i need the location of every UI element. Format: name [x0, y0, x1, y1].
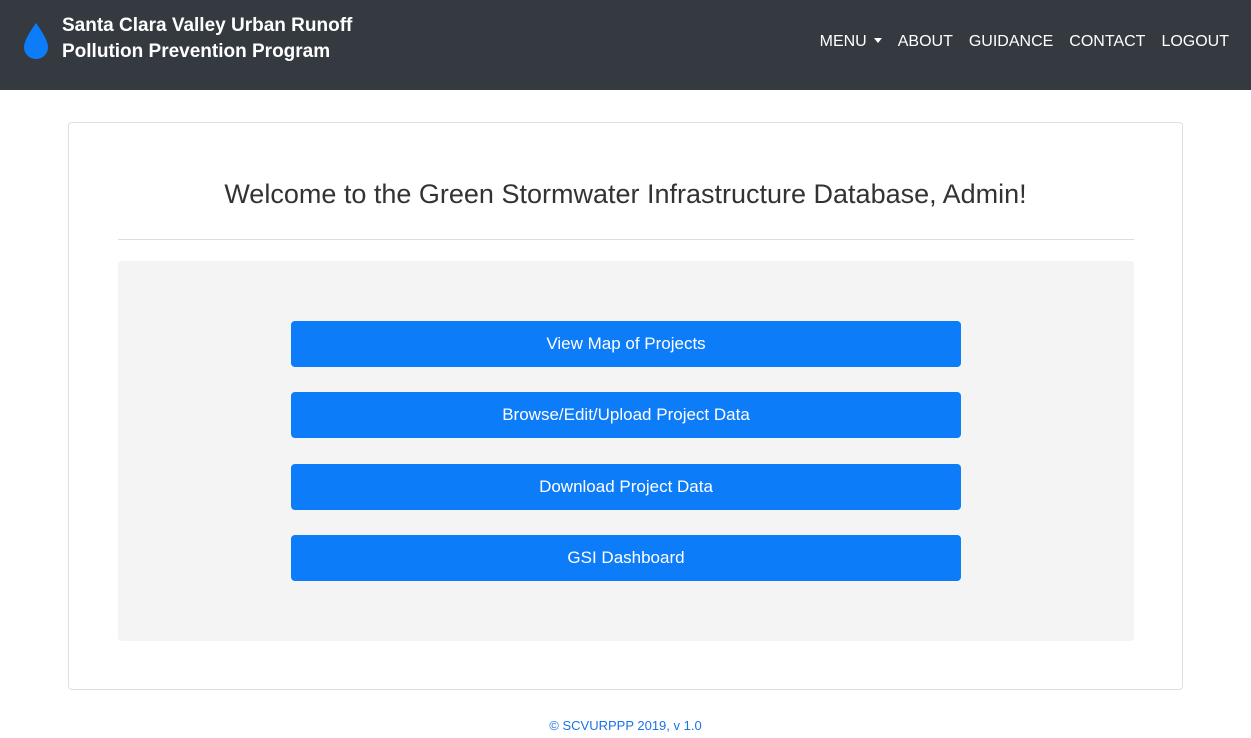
caret-down-icon: [873, 38, 882, 43]
brand-title-line1: Santa Clara Valley Urban Runoff: [62, 15, 353, 36]
nav-logout-link[interactable]: LOGOUT: [1161, 33, 1229, 51]
download-data-button[interactable]: Download Project Data: [291, 464, 961, 510]
nav-links: MENU ABOUT GUIDANCE CONTACT LOGOUT: [820, 33, 1229, 51]
water-drop-icon: [24, 23, 48, 59]
nav-contact-link[interactable]: CONTACT: [1069, 33, 1145, 51]
nav-menu-label: MENU: [819, 33, 867, 50]
brand-home-link[interactable]: Santa Clara Valley Urban Runoff Pollutio…: [22, 13, 352, 65]
nav-guidance-link[interactable]: GUIDANCE: [969, 33, 1053, 51]
welcome-card: Welcome to the Green Stormwater Infrastr…: [68, 122, 1183, 690]
divider: [118, 239, 1134, 240]
actions-panel: View Map of Projects Browse/Edit/Upload …: [118, 261, 1134, 641]
footer-copyright: © SCVURPPP 2019, v 1.0: [549, 718, 702, 733]
nav-about-link[interactable]: ABOUT: [898, 33, 953, 51]
top-navbar: Santa Clara Valley Urban Runoff Pollutio…: [0, 0, 1251, 90]
brand-title: Santa Clara Valley Urban Runoff Pollutio…: [62, 13, 352, 65]
nav-menu-dropdown[interactable]: MENU: [820, 33, 882, 51]
brand-title-line2: Pollution Prevention Program: [62, 41, 331, 62]
welcome-heading: Welcome to the Green Stormwater Infrastr…: [224, 179, 1027, 209]
gsi-dashboard-button[interactable]: GSI Dashboard: [291, 535, 961, 581]
view-map-button[interactable]: View Map of Projects: [291, 321, 961, 367]
browse-edit-upload-button[interactable]: Browse/Edit/Upload Project Data: [291, 392, 961, 438]
